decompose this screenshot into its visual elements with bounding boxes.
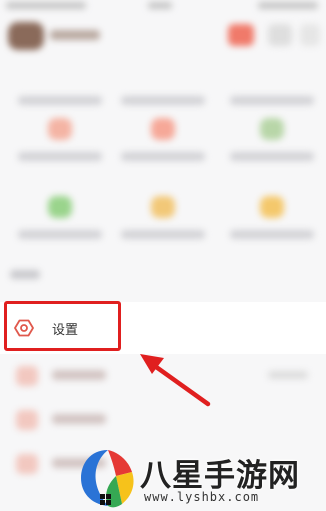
watermark-logo-icon [81, 450, 134, 508]
grid-item-icon [48, 118, 72, 140]
grid-item-icon [151, 118, 175, 140]
status-bar-clock [148, 2, 172, 9]
status-bar-left [6, 2, 86, 9]
grid-item-label [121, 96, 205, 105]
grid-item-label [121, 152, 205, 161]
grid-item-icon [260, 118, 284, 140]
top-right-icon-3[interactable] [300, 24, 320, 46]
list-item-icon [16, 366, 38, 386]
blurred-background [0, 0, 326, 511]
grid-item-label [121, 230, 205, 239]
grid-item-icon [48, 196, 72, 218]
grid-item-label [18, 96, 102, 105]
watermark-title: 八星手游网 [140, 458, 300, 494]
list-item-label [52, 370, 106, 380]
grid-item[interactable] [222, 62, 322, 122]
profile-name [50, 30, 100, 40]
grid-item-label [230, 96, 314, 105]
grid-item[interactable] [10, 62, 110, 122]
avatar[interactable] [8, 22, 44, 50]
list-item-icon [16, 454, 38, 474]
top-right-icon-2[interactable] [268, 24, 292, 46]
grid-item-icon [260, 196, 284, 218]
status-bar-right [258, 2, 318, 9]
grid-item-label [230, 230, 314, 239]
pointer-arrow-icon [140, 354, 211, 407]
grid-item-label [18, 152, 102, 161]
watermark-url: www.lyshbx.com [144, 490, 260, 504]
top-right-icon-1[interactable] [228, 24, 254, 46]
grid-item[interactable] [222, 196, 322, 256]
grid-item[interactable] [222, 118, 322, 178]
section-header [10, 270, 40, 279]
grid-item-icon [151, 196, 175, 218]
grid-item[interactable] [10, 196, 110, 256]
grid-item[interactable] [113, 196, 213, 256]
grid-item[interactable] [113, 118, 213, 178]
list-item-value [268, 371, 308, 379]
watermark: 八星手游网 www.lyshbx.com [78, 446, 326, 511]
list-item-icon [16, 410, 38, 430]
grid-item-label [18, 230, 102, 239]
grid-item-label [230, 152, 314, 161]
status-bar [0, 0, 326, 14]
grid-item[interactable] [113, 62, 213, 122]
grid-item[interactable] [10, 118, 110, 178]
list-item-label [52, 414, 106, 424]
highlight-box [4, 301, 121, 351]
